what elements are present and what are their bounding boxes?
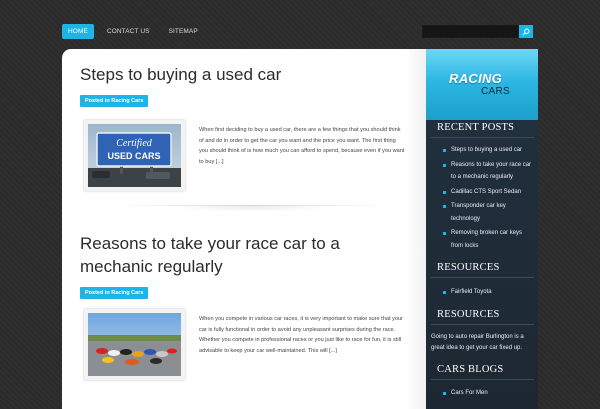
used-cars-sign-image: Certified USED CARS — [88, 124, 181, 187]
sign-main-text: USED CARS — [107, 151, 160, 161]
widget-title-resources: RESOURCES — [437, 262, 500, 273]
recent-post-link[interactable]: Steps to buying a used car — [443, 144, 535, 157]
widget-divider — [431, 137, 534, 138]
post-thumbnail[interactable] — [84, 309, 185, 380]
post-category-badge[interactable]: Posted in Racing Cars — [80, 95, 149, 107]
logo-main-text: RACING — [449, 71, 503, 86]
widget-title-recent-posts: RECENT POSTS — [437, 122, 515, 133]
post-category-badge[interactable]: Posted in Racing Cars — [80, 287, 149, 299]
widget-divider — [431, 277, 534, 278]
post-2: Reasons to take your race car to a mecha… — [80, 232, 410, 380]
recent-post-link[interactable]: Cadillac CTS Sport Sedan — [443, 186, 535, 199]
widget-divider — [431, 379, 534, 380]
nav-contact-us[interactable]: CONTACT US — [101, 24, 156, 39]
search-icon — [522, 28, 530, 35]
sidebar: RACING CARS RECENT POSTS Steps to buying… — [426, 49, 538, 409]
search-form — [422, 25, 534, 38]
search-input[interactable] — [422, 25, 519, 38]
recent-post-link[interactable]: Reasons to take your race car to a mecha… — [443, 159, 535, 184]
resource-link[interactable]: Fairfield Toyota — [443, 286, 535, 299]
post-title[interactable]: Reasons to take your race car to a mecha… — [80, 232, 410, 278]
widget-title-resources-2: RESOURCES — [437, 309, 500, 320]
widget-divider — [431, 324, 534, 325]
post-thumbnail[interactable]: Certified USED CARS — [84, 120, 185, 191]
cars-blogs-list: Cars For Men — [443, 387, 535, 400]
blog-link[interactable]: Cars For Men — [443, 387, 535, 400]
race-cars-image — [88, 313, 181, 376]
sign-script-text: Certified — [116, 138, 153, 149]
recent-post-link[interactable]: Transponder car key technology — [443, 200, 535, 225]
widget-title-cars-blogs: CARS BLOGS — [437, 364, 504, 375]
post-title[interactable]: Steps to buying a used car — [80, 63, 410, 86]
post-divider — [112, 205, 392, 212]
recent-posts-list: Steps to buying a used car Reasons to ta… — [443, 144, 535, 252]
site-logo[interactable]: RACING CARS — [426, 49, 538, 120]
nav-home[interactable]: HOME — [62, 24, 94, 39]
search-button[interactable] — [519, 25, 533, 38]
logo-sub-text: CARS — [481, 86, 510, 97]
post-1: Steps to buying a used car Posted in Rac… — [80, 63, 410, 191]
post-excerpt: When you compete in various car races, i… — [199, 316, 403, 354]
top-nav: HOME CONTACT US SITEMAP — [62, 24, 211, 39]
post-excerpt: When first deciding to buy a used car, t… — [199, 127, 405, 165]
nav-sitemap[interactable]: SITEMAP — [163, 24, 204, 39]
resources-list: Fairfield Toyota — [443, 286, 535, 299]
recent-post-link[interactable]: Removing broken car keys from locks — [443, 227, 535, 252]
resources-text: Going to auto repair Burlington is a gre… — [431, 334, 524, 351]
main-content: Steps to buying a used car Posted in Rac… — [62, 49, 426, 409]
